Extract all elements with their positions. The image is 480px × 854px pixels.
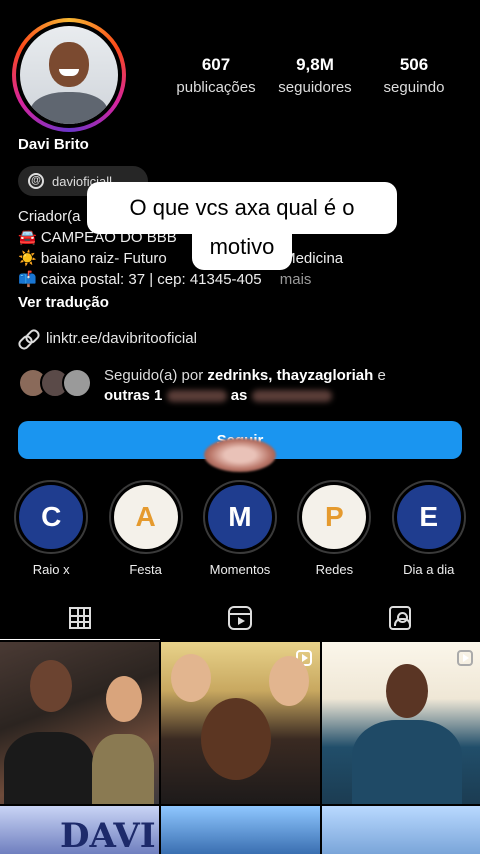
bio-more-link[interactable]: mais — [280, 271, 312, 288]
stat-posts[interactable]: 607 publicações — [170, 55, 262, 96]
tagged-icon — [389, 606, 411, 630]
photo-figure — [4, 732, 94, 804]
highlight-momentos[interactable]: M Momentos — [198, 480, 282, 577]
followed-line2-start: outras 1 — [104, 387, 163, 404]
caption-line-2: motivo — [192, 224, 292, 270]
photo-figure — [386, 664, 428, 718]
stat-followers-label: seguidores — [278, 79, 352, 96]
avatar-shirt — [29, 91, 109, 124]
highlight-cover: C — [19, 485, 84, 549]
followed-line2-end: as — [230, 387, 248, 404]
photo-figure — [30, 660, 72, 712]
post-thumbnail[interactable] — [322, 806, 480, 854]
post-thumbnail[interactable] — [161, 642, 320, 804]
photo-figure — [352, 720, 462, 804]
translate-link[interactable]: Ver tradução — [18, 292, 458, 313]
stat-followers[interactable]: 9,8M seguidores — [269, 55, 361, 96]
profile-stats: 607 publicações 9,8M seguidores 506 segu… — [170, 55, 460, 96]
followed-by[interactable]: Seguido(a) por zedrinks, thayzagloriah e… — [18, 366, 444, 406]
profile-avatar-ring[interactable] — [12, 18, 126, 132]
posts-grid: DAVI — [0, 642, 480, 854]
photo-figure — [201, 698, 271, 780]
photo-figure — [171, 654, 211, 702]
tab-reels[interactable] — [160, 598, 320, 638]
story-highlights: C Raio x A Festa M Momentos P Redes E Di… — [0, 480, 480, 577]
mutual-avatar — [62, 368, 92, 398]
link-icon — [18, 328, 38, 348]
profile-link[interactable]: linktr.ee/davibritooficial — [18, 328, 197, 348]
highlight-label: Dia a dia — [403, 562, 455, 577]
highlight-cover: A — [113, 485, 178, 549]
profile-link-text[interactable]: linktr.ee/davibritooficial — [46, 330, 197, 347]
highlight-ring: E — [391, 480, 466, 554]
highlight-label: Raio x — [32, 562, 70, 577]
grid-icon — [69, 607, 91, 629]
avatar-face — [49, 41, 89, 87]
stat-followers-value: 9,8M — [296, 55, 334, 74]
bio-postal: 📫 caixa postal: 37 | cep: 41345-405 — [18, 271, 262, 288]
followed-names[interactable]: zedrinks, thayzagloriah — [207, 367, 373, 384]
highlight-festa[interactable]: A Festa — [104, 480, 188, 577]
post-thumbnail[interactable] — [161, 806, 320, 854]
highlight-dia-a-dia[interactable]: E Dia a dia — [387, 480, 471, 577]
bio-line-3: 📫 caixa postal: 37 | cep: 41345-405 mais — [18, 269, 458, 290]
highlight-raio-x[interactable]: C Raio x — [9, 480, 93, 577]
stat-posts-label: publicações — [176, 79, 256, 96]
post-thumbnail[interactable]: DAVI — [0, 806, 159, 854]
tab-tagged[interactable] — [320, 598, 480, 638]
highlight-label: Momentos — [209, 562, 271, 577]
followed-by-text: Seguido(a) por zedrinks, thayzagloriah e… — [104, 366, 444, 406]
highlight-cover: E — [396, 485, 461, 549]
highlight-ring: A — [108, 480, 183, 554]
highlight-ring: C — [14, 480, 89, 554]
highlight-redes[interactable]: P Redes — [292, 480, 376, 577]
stat-following-label: seguindo — [383, 79, 445, 96]
followed-prefix: Seguido(a) por — [104, 367, 204, 384]
highlight-ring: P — [297, 480, 372, 554]
tab-posts[interactable] — [0, 598, 160, 640]
reels-icon — [228, 606, 252, 630]
avatar[interactable] — [20, 26, 118, 124]
photo-figure — [106, 676, 142, 722]
avatar-border — [16, 22, 122, 128]
highlight-label: Festa — [129, 562, 162, 577]
profile-name: Davi Brito — [18, 136, 89, 153]
highlight-label: Redes — [315, 562, 354, 577]
highlight-cover: M — [207, 485, 272, 549]
photo-figure — [269, 656, 309, 706]
reel-indicator-icon — [457, 650, 473, 666]
stat-following[interactable]: 506 seguindo — [368, 55, 460, 96]
post-thumbnail[interactable] — [0, 642, 159, 804]
overlay-lips-sticker — [204, 438, 276, 472]
overlay-caption: O que vcs axa qual é o motivo — [87, 182, 397, 270]
followed-suffix: e — [377, 367, 386, 384]
threads-icon: @ — [28, 173, 44, 189]
highlight-ring: M — [202, 480, 277, 554]
highlight-cover: P — [302, 485, 367, 549]
mutual-avatars — [18, 366, 94, 400]
davi-banner-text: DAVI — [60, 816, 156, 854]
profile-tabs — [0, 598, 480, 640]
blurred-text — [251, 390, 332, 403]
stat-following-value: 506 — [399, 55, 429, 74]
photo-figure — [92, 734, 154, 804]
post-thumbnail[interactable] — [322, 642, 480, 804]
stat-posts-value: 607 — [201, 55, 231, 74]
blurred-text — [166, 390, 227, 403]
